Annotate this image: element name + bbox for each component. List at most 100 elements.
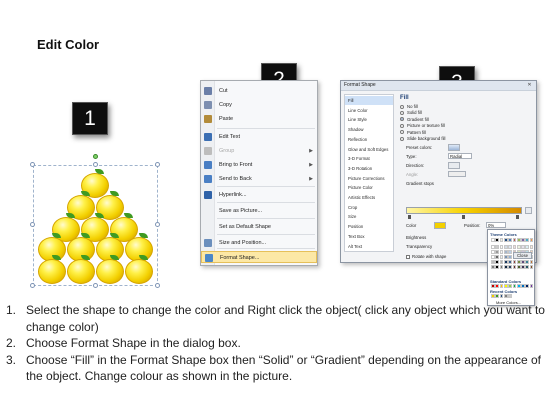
color-swatch[interactable] [495,250,500,254]
radio-button[interactable] [400,104,404,109]
nav-item-size[interactable]: Size [345,212,393,221]
color-swatch[interactable] [503,245,508,249]
color-swatch[interactable] [499,294,504,298]
close-button[interactable]: Close [513,252,532,259]
color-swatch[interactable] [512,284,517,288]
type-select[interactable]: Radial [448,153,472,159]
close-icon[interactable]: ✕ [525,82,534,89]
color-swatch[interactable] [516,260,521,264]
color-swatch[interactable] [512,260,517,264]
nav-item-line-color[interactable]: Line Color [345,106,393,115]
color-swatch[interactable] [503,265,508,269]
color-swatch[interactable] [495,265,500,269]
fill-option-no-fill[interactable]: No fill [400,104,418,110]
color-swatch[interactable] [521,284,525,288]
fill-option-gradient-fill[interactable]: Gradient fill [400,117,429,123]
menu-item-send-to-back[interactable]: Send to Back ▶ [201,173,317,185]
fill-option-picture-or-texture-fill[interactable]: Picture or texture fill [400,123,445,129]
color-swatch[interactable] [521,245,525,249]
color-swatch[interactable] [508,265,512,269]
nav-item-picture-corrections[interactable]: Picture Corrections [345,174,393,183]
resize-handle[interactable] [155,162,160,167]
gradient-stop-handle[interactable] [516,215,519,219]
color-swatch[interactable] [491,238,495,242]
position-input[interactable]: 0% [486,222,506,228]
fill-option-pattern-fill[interactable]: Pattern fill [400,130,426,136]
nav-item-3-d-rotation[interactable]: 3-D Rotation [345,164,393,173]
nav-item-fill[interactable]: Fill [345,96,393,105]
nav-item-line-style[interactable]: Line Style [345,115,393,124]
menu-item-paste[interactable]: Paste [201,113,317,125]
color-swatch[interactable] [491,255,495,259]
nav-item-picture-color[interactable]: Picture Color [345,183,393,192]
color-swatch[interactable] [495,238,500,242]
color-swatch[interactable] [491,265,495,269]
color-swatch[interactable] [525,260,530,264]
nav-item-glow-and-soft-edges[interactable]: Glow and Soft Edges [345,145,393,154]
gradient-stops-bar[interactable] [406,207,522,214]
color-swatch[interactable] [491,294,495,298]
color-swatch[interactable] [499,245,504,249]
color-swatch[interactable] [495,284,500,288]
color-swatch[interactable] [499,255,504,259]
nav-item-3-d-format[interactable]: 3-D Format [345,154,393,163]
menu-item-copy[interactable]: Copy [201,99,317,111]
color-swatch[interactable] [508,245,512,249]
color-swatch[interactable] [529,284,534,288]
color-swatch[interactable] [529,265,534,269]
color-swatch[interactable] [495,294,500,298]
apple-pyramid-shape[interactable] [30,154,160,288]
preset-colors-dropdown[interactable] [448,144,460,151]
color-swatch[interactable] [495,255,500,259]
color-swatch[interactable] [499,250,504,254]
gradient-stop-handle[interactable] [462,215,465,219]
menu-item-group[interactable]: Group ▶ [201,145,317,157]
nav-item-position[interactable]: Position [345,222,393,231]
color-swatch[interactable] [503,238,508,242]
color-swatch[interactable] [508,238,512,242]
color-swatch[interactable] [508,294,512,298]
nav-item-alt-text[interactable]: Alt Text [345,242,393,251]
radio-button[interactable] [400,110,404,115]
color-swatch[interactable] [516,238,521,242]
add-stop-button[interactable] [525,207,532,214]
color-swatch[interactable] [512,238,517,242]
color-swatch[interactable] [499,284,504,288]
color-swatch[interactable] [491,245,495,249]
color-swatch[interactable] [529,260,534,264]
color-swatch[interactable] [521,238,525,242]
menu-item-format-shape[interactable]: Format Shape... [201,251,317,263]
menu-item-bring-to-front[interactable]: Bring to Front ▶ [201,159,317,171]
color-swatch[interactable] [521,265,525,269]
menu-item-edit-text[interactable]: Edit Text [201,131,317,143]
color-swatch[interactable] [525,284,530,288]
resize-handle[interactable] [30,283,35,288]
color-swatch[interactable] [525,265,530,269]
fill-option-slide-background-fill[interactable]: Slide background fill [400,136,445,142]
apple-shape[interactable] [124,259,153,284]
apple-shape[interactable] [37,259,66,284]
color-swatch[interactable] [495,245,500,249]
color-picker-button[interactable] [434,222,446,229]
color-swatch[interactable] [491,260,495,264]
color-swatch[interactable] [503,250,508,254]
color-swatch[interactable] [499,238,504,242]
color-swatch[interactable] [491,250,495,254]
color-swatch[interactable] [525,238,530,242]
color-swatch[interactable] [521,260,525,264]
nav-item-shadow[interactable]: Shadow [345,125,393,134]
menu-item-hyperlink[interactable]: Hyperlink... [201,189,317,201]
color-swatch[interactable] [516,265,521,269]
rotate-handle[interactable] [93,154,98,159]
radio-button[interactable] [400,117,404,122]
color-swatch[interactable] [503,260,508,264]
color-swatch[interactable] [512,245,517,249]
color-swatch[interactable] [516,245,521,249]
menu-item-save-as-picture[interactable]: Save as Picture... [201,205,317,217]
color-swatch[interactable] [525,245,530,249]
fill-option-solid-fill[interactable]: Solid fill [400,110,422,116]
radio-button[interactable] [400,136,404,141]
nav-item-crop[interactable]: Crop [345,203,393,212]
nav-item-reflection[interactable]: Reflection [345,135,393,144]
rotate-checkbox[interactable] [406,254,410,259]
